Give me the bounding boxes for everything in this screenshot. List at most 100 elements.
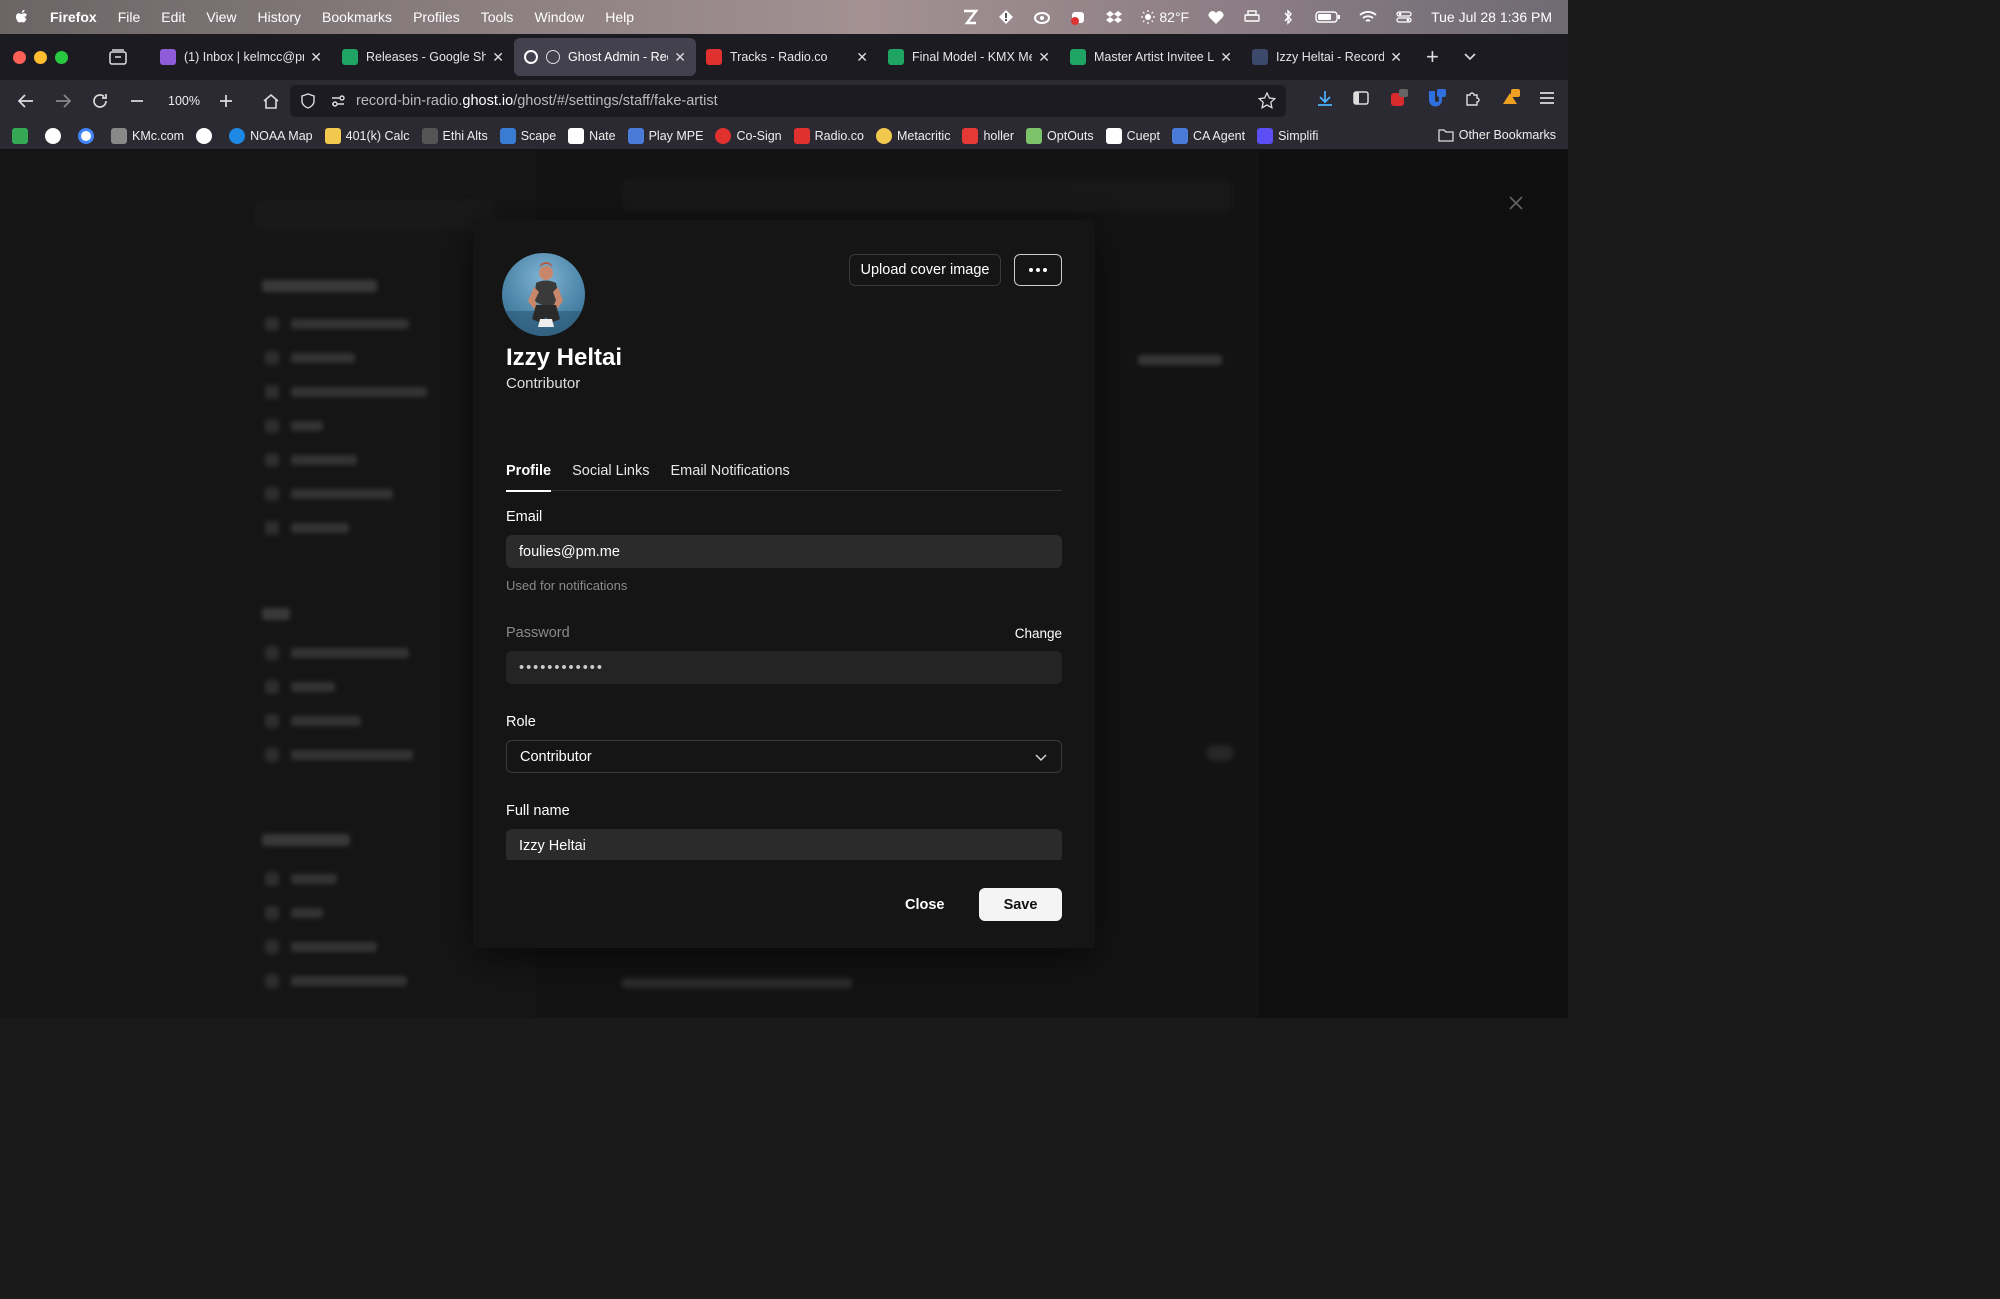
more-options-button[interactable] xyxy=(1014,254,1062,286)
close-settings-icon[interactable] xyxy=(1508,195,1524,211)
staff-profile-modal: Upload cover image Izzy Heltai Contribut… xyxy=(473,220,1095,948)
extension-red-icon[interactable] xyxy=(1388,88,1408,108)
dropbox-icon[interactable] xyxy=(1105,9,1123,25)
tab-profile[interactable]: Profile xyxy=(506,460,552,492)
extension-blue-icon[interactable] xyxy=(1426,88,1446,108)
extension-badge-icon[interactable] xyxy=(1500,88,1520,108)
change-password-link[interactable]: Change xyxy=(1015,626,1062,641)
weather-status[interactable]: 82°F xyxy=(1141,9,1189,25)
new-tab-icon[interactable]: + xyxy=(1426,44,1439,70)
close-button[interactable]: Close xyxy=(905,888,945,921)
tab-email-notifications[interactable]: Email Notifications xyxy=(671,460,790,491)
minimize-window-icon[interactable] xyxy=(34,50,47,64)
tab-izzy-heltai[interactable]: Izzy Heltai - Record Bi ✕ xyxy=(1242,38,1412,76)
bookmark-noaa[interactable]: NOAA Map xyxy=(229,127,313,144)
chevron-down-icon[interactable] xyxy=(1463,50,1477,64)
zoom-in-icon[interactable] xyxy=(214,89,238,113)
bookmark-maps[interactable] xyxy=(12,127,33,144)
zoom-z-icon[interactable] xyxy=(961,9,979,25)
battery-icon[interactable] xyxy=(1315,9,1341,25)
full-name-field[interactable]: Izzy Heltai xyxy=(506,829,1062,862)
menu-help[interactable]: Help xyxy=(605,9,634,25)
bookmark-cuept[interactable]: Cuept xyxy=(1105,127,1160,144)
forward-icon[interactable] xyxy=(51,89,75,113)
bookmark-scape[interactable]: Scape xyxy=(499,127,556,144)
close-tab-icon[interactable]: ✕ xyxy=(1038,49,1050,66)
zoom-out-icon[interactable] xyxy=(125,89,149,113)
close-tab-icon[interactable]: ✕ xyxy=(1220,49,1232,66)
reload-icon[interactable] xyxy=(88,89,112,113)
menu-window[interactable]: Window xyxy=(534,9,584,25)
menu-datetime[interactable]: Tue Jul 28 1:36 PM xyxy=(1431,9,1552,25)
printer-icon[interactable] xyxy=(1243,9,1261,25)
alert-shield-icon[interactable] xyxy=(997,9,1015,25)
wifi-icon[interactable] xyxy=(1359,9,1377,25)
bookmark-optouts[interactable]: OptOuts xyxy=(1026,127,1094,144)
close-tab-icon[interactable]: ✕ xyxy=(492,49,504,66)
avatar[interactable] xyxy=(502,253,585,336)
cosign-icon xyxy=(715,127,732,144)
close-window-icon[interactable] xyxy=(13,50,26,64)
bookmark-star-icon[interactable] xyxy=(1258,92,1276,110)
close-tab-icon[interactable]: ✕ xyxy=(856,49,868,66)
bookmark-metacritic[interactable]: Metacritic xyxy=(875,127,950,144)
close-tab-icon[interactable]: ✕ xyxy=(674,49,686,66)
other-bookmarks[interactable]: Other Bookmarks xyxy=(1438,128,1556,142)
menu-view[interactable]: View xyxy=(206,9,236,25)
tab-releases[interactable]: Releases - Google She ✕ xyxy=(332,38,514,76)
zoom-level[interactable]: 100% xyxy=(168,94,200,108)
close-tab-icon[interactable]: ✕ xyxy=(310,49,322,66)
apple-icon[interactable] xyxy=(14,8,30,26)
badge-app-icon[interactable] xyxy=(1069,9,1087,25)
menu-tools[interactable]: Tools xyxy=(481,9,514,25)
maximize-window-icon[interactable] xyxy=(55,50,68,64)
bookmark-google[interactable] xyxy=(78,127,99,144)
tab-ghost-admin[interactable]: Ghost Admin - Rec ✕ xyxy=(514,38,696,76)
tab-tracks[interactable]: Tracks - Radio.co ✕ xyxy=(696,38,878,76)
password-field[interactable]: •••••••••••• xyxy=(506,651,1062,684)
waze-icon xyxy=(45,127,61,144)
bluetooth-icon[interactable] xyxy=(1279,9,1297,25)
tab-final-model[interactable]: Final Model - KMX Med ✕ xyxy=(878,38,1060,76)
menu-profiles[interactable]: Profiles xyxy=(413,9,460,25)
heart-check-icon[interactable] xyxy=(1207,9,1225,25)
home-icon[interactable] xyxy=(259,89,283,113)
bookmark-ca-agent[interactable]: CA Agent xyxy=(1171,127,1245,144)
email-field[interactable]: foulies@pm.me xyxy=(506,535,1062,568)
bookmark-holler[interactable]: holler xyxy=(962,127,1014,144)
menu-edit[interactable]: Edit xyxy=(161,9,185,25)
bookmark-waze[interactable] xyxy=(45,127,66,144)
role-select[interactable]: Contributor xyxy=(506,740,1062,773)
tracking-shield-icon[interactable] xyxy=(300,93,316,109)
app-menu-icon[interactable] xyxy=(1538,89,1556,107)
bookmark-nate[interactable]: Nate xyxy=(568,127,616,144)
upload-cover-image-button[interactable]: Upload cover image xyxy=(849,254,1001,286)
download-icon[interactable] xyxy=(1316,89,1334,107)
bookmark-simplifi[interactable]: Simplifi xyxy=(1257,127,1318,144)
save-button[interactable]: Save xyxy=(979,888,1062,921)
extensions-puzzle-icon[interactable] xyxy=(1464,89,1482,107)
profile-tabs: Profile Social Links Email Notifications xyxy=(506,460,1062,492)
bookmark-mw[interactable] xyxy=(196,127,217,144)
site-permissions-icon[interactable] xyxy=(330,93,346,109)
tab-inbox[interactable]: (1) Inbox | kelmcc@pm ✕ xyxy=(150,38,332,76)
menu-app-name[interactable]: Firefox xyxy=(50,9,97,25)
menu-history[interactable]: History xyxy=(257,9,301,25)
back-icon[interactable] xyxy=(14,89,38,113)
sidebar-icon[interactable] xyxy=(1352,89,1370,107)
url-bar[interactable]: record-bin-radio. ghost.io/ghost/#/settin… xyxy=(290,85,1286,117)
close-tab-icon[interactable]: ✕ xyxy=(1390,49,1402,66)
bookmark-cosign[interactable]: Co-Sign xyxy=(715,127,782,144)
bookmark-plaympe[interactable]: Play MPE xyxy=(627,127,703,144)
control-center-icon[interactable] xyxy=(1395,9,1413,25)
bookmark-kmc[interactable]: KMc.com xyxy=(111,127,184,144)
menu-bookmarks[interactable]: Bookmarks xyxy=(322,9,392,25)
tab-overview-icon[interactable] xyxy=(108,48,128,66)
menu-file[interactable]: File xyxy=(118,9,141,25)
tab-master-artist[interactable]: Master Artist Invitee Li ✕ xyxy=(1060,38,1242,76)
tab-social-links[interactable]: Social Links xyxy=(572,460,649,491)
bookmark-ethi[interactable]: Ethi Alts xyxy=(421,127,488,144)
bookmark-radioco[interactable]: Radio.co xyxy=(793,127,864,144)
bookmark-401k[interactable]: 401(k) Calc xyxy=(324,127,410,144)
creative-cloud-icon[interactable] xyxy=(1033,9,1051,25)
